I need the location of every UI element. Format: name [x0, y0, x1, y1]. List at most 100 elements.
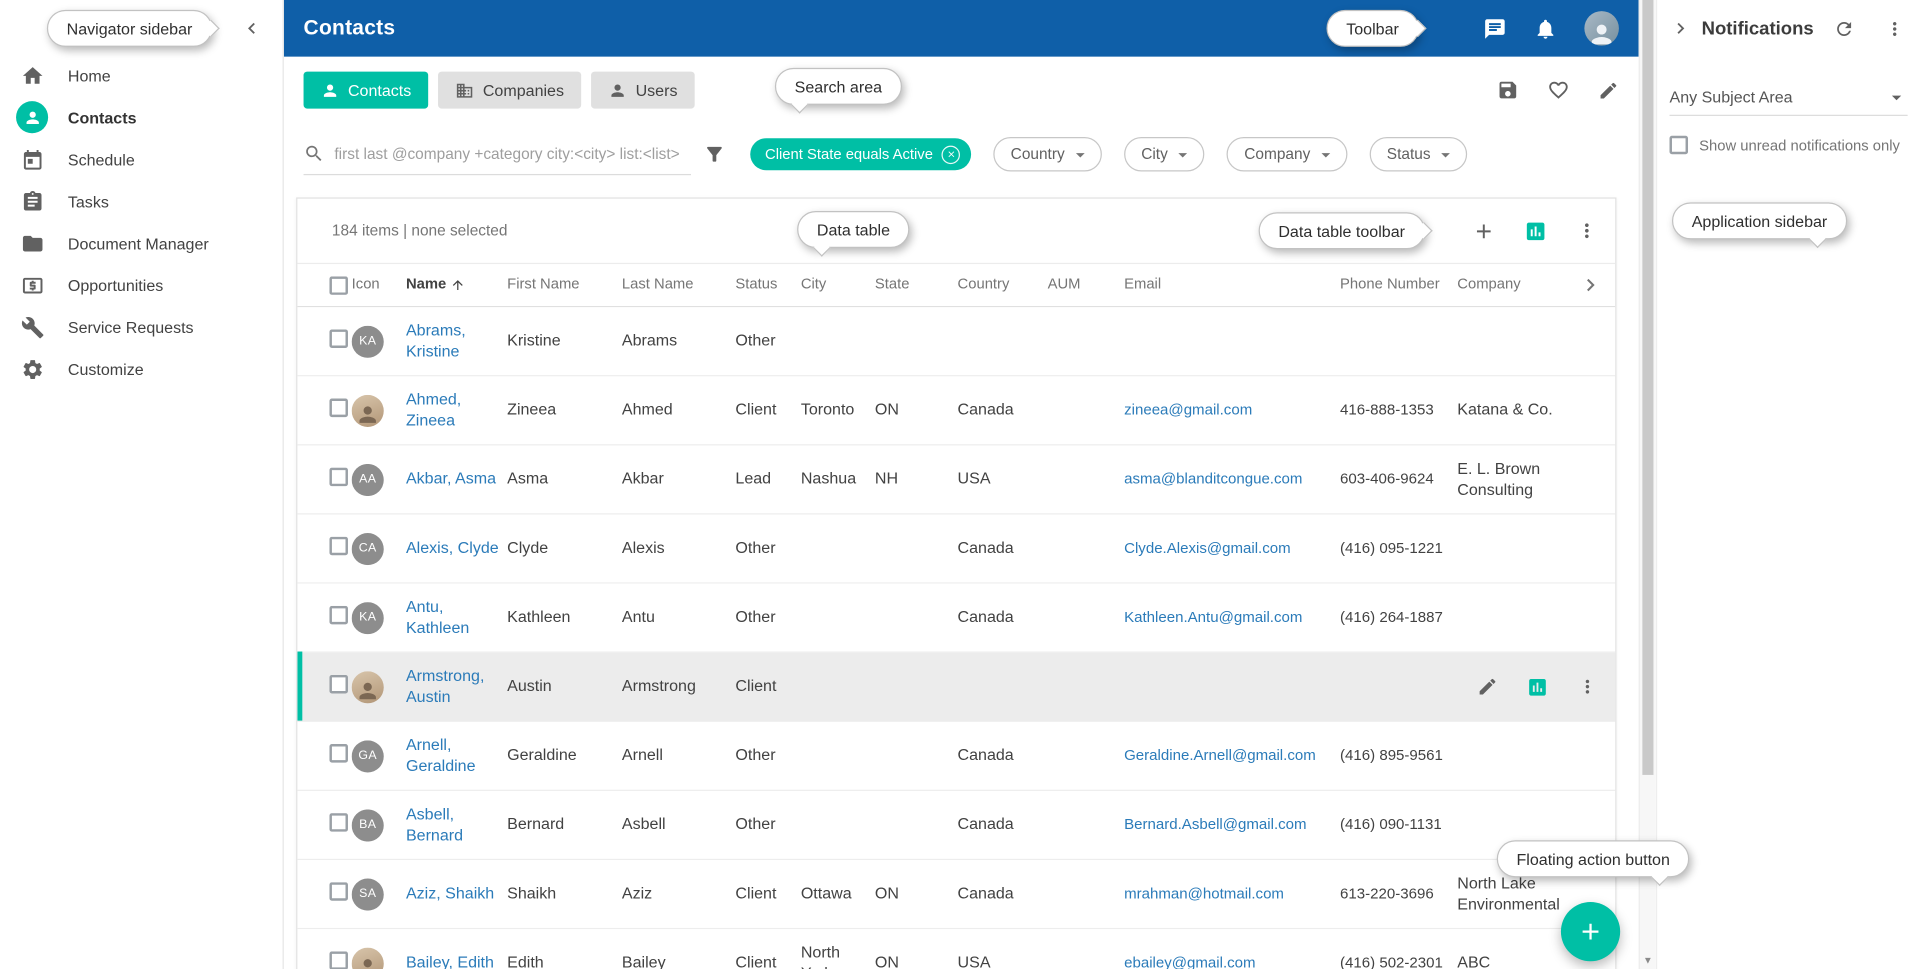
email-link[interactable]: Clyde.Alexis@gmail.com — [1124, 539, 1291, 556]
row-checkbox[interactable] — [297, 467, 351, 492]
sidebar-item-contacts[interactable]: Contacts — [0, 96, 283, 138]
email-link[interactable]: mrahman@hotmail.com — [1124, 884, 1284, 901]
notifications-menu-button[interactable] — [1884, 18, 1905, 39]
contact-name-link[interactable]: Akbar, Asma — [406, 469, 496, 488]
unread-only-filter[interactable]: Show unread notifications only — [1670, 136, 1908, 155]
sidebar-item-schedule[interactable]: Schedule — [0, 138, 283, 180]
contact-name-link[interactable]: Aziz, Shaikh — [406, 884, 494, 903]
select-all-checkbox[interactable] — [297, 276, 351, 295]
table-row[interactable]: Bailey, EdithEdithBaileyClientNorth York… — [297, 929, 1615, 969]
icon-cell: BA — [352, 809, 406, 841]
search-input[interactable] — [334, 145, 691, 162]
checkbox-icon — [329, 536, 348, 555]
chart-view-button[interactable] — [1524, 219, 1547, 242]
add-contact-fab[interactable] — [1561, 902, 1620, 961]
row-checkbox[interactable] — [297, 882, 351, 907]
row-checkbox[interactable] — [297, 813, 351, 838]
subject-area-select[interactable]: Any Subject Area — [1670, 79, 1908, 116]
sidebar-item-tasks[interactable]: Tasks — [0, 180, 283, 222]
table-row[interactable]: KAAntu, KathleenKathleenAntuOtherCanadaK… — [297, 584, 1615, 653]
sidebar-item-service-requests[interactable]: Service Requests — [0, 306, 283, 348]
filter-dropdown-city[interactable]: City — [1124, 137, 1205, 172]
email-link[interactable]: asma@blanditcongue.com — [1124, 470, 1302, 487]
email-link[interactable]: zineea@gmail.com — [1124, 400, 1252, 417]
table-row[interactable]: Ahmed, ZineeaZineeaAhmedClientTorontoONC… — [297, 376, 1615, 445]
column-header-country[interactable]: Country — [958, 275, 1048, 294]
contact-name-link[interactable]: Alexis, Clyde — [406, 538, 499, 557]
contact-name-link[interactable]: Antu, Kathleen — [406, 597, 469, 636]
edit-row-button[interactable] — [1477, 676, 1498, 697]
table-row[interactable]: CAAlexis, ClydeClydeAlexisOtherCanadaCly… — [297, 515, 1615, 584]
column-header-state[interactable]: State — [875, 275, 958, 294]
row-checkbox[interactable] — [297, 951, 351, 969]
sidebar-item-document-manager[interactable]: Document Manager — [0, 222, 283, 264]
filter-button[interactable] — [703, 143, 725, 165]
edit-button[interactable] — [1598, 80, 1619, 101]
row-checkbox[interactable] — [297, 605, 351, 630]
row-checkbox[interactable] — [297, 329, 351, 354]
column-header-icon[interactable]: Icon — [352, 275, 406, 294]
column-header-aum[interactable]: AUM — [1048, 275, 1125, 294]
table-row[interactable]: KAAbrams, KristineKristineAbramsOther — [297, 307, 1615, 376]
email-link[interactable]: ebailey@gmail.com — [1124, 953, 1255, 969]
city-cell: North York — [801, 942, 875, 969]
row-checkbox[interactable] — [297, 398, 351, 423]
filter-dropdown-company[interactable]: Company — [1227, 137, 1347, 172]
save-button[interactable] — [1497, 79, 1519, 101]
scrollbar-thumb[interactable] — [1642, 0, 1653, 775]
sidebar-item-home[interactable]: Home — [0, 54, 283, 96]
filter-dropdown-country[interactable]: Country — [993, 137, 1101, 172]
column-header-name[interactable]: Name — [406, 275, 507, 294]
table-menu-button[interactable] — [1576, 220, 1598, 242]
sidebar-item-customize[interactable]: Customize — [0, 348, 283, 390]
column-header-first-name[interactable]: First Name — [507, 275, 622, 294]
column-header-company[interactable]: Company — [1457, 275, 1578, 294]
email-link[interactable]: Geraldine.Arnell@gmail.com — [1124, 746, 1316, 763]
notifications-bell-button[interactable] — [1534, 17, 1557, 40]
scroll-down-arrow[interactable]: ▼ — [1640, 956, 1656, 966]
table-row[interactable]: BAAsbell, BernardBernardAsbellOtherCanad… — [297, 791, 1615, 860]
collapse-panel-button[interactable] — [1670, 17, 1692, 39]
table-row[interactable]: Armstrong, AustinAustinArmstrongClient — [297, 653, 1615, 722]
row-checkbox[interactable] — [297, 536, 351, 561]
column-header-phone-number[interactable]: Phone Number — [1340, 275, 1457, 294]
table-row[interactable]: GAArnell, GeraldineGeraldineArnellOtherC… — [297, 722, 1615, 791]
add-item-button[interactable] — [1472, 219, 1495, 242]
row-more-button[interactable] — [1577, 676, 1598, 697]
column-header-city[interactable]: City — [801, 275, 875, 294]
email-link[interactable]: Bernard.Asbell@gmail.com — [1124, 815, 1306, 832]
tab-companies[interactable]: Companies — [438, 72, 581, 109]
tab-contacts[interactable]: Contacts — [304, 72, 429, 109]
tab-users[interactable]: Users — [591, 72, 695, 109]
row-checkbox[interactable] — [297, 744, 351, 769]
email-link[interactable]: Kathleen.Antu@gmail.com — [1124, 608, 1302, 625]
active-filter-chip[interactable]: Client State equals Active — [750, 138, 971, 170]
column-header-last-name[interactable]: Last Name — [622, 275, 736, 294]
favorite-button[interactable] — [1547, 79, 1569, 101]
contact-name-link[interactable]: Abrams, Kristine — [406, 320, 466, 359]
column-header-status[interactable]: Status — [735, 275, 800, 294]
table-row[interactable]: AAAkbar, AsmaAsmaAkbarLeadNashuaNHUSAasm… — [297, 445, 1615, 514]
contact-name-link[interactable]: Arnell, Geraldine — [406, 735, 476, 774]
search-input-wrapper[interactable] — [304, 133, 691, 175]
contact-name-link[interactable]: Armstrong, Austin — [406, 666, 484, 705]
chip-close-button[interactable] — [942, 145, 961, 164]
chat-button[interactable] — [1483, 17, 1506, 40]
column-header-email[interactable]: Email — [1124, 275, 1340, 294]
checkbox-icon[interactable] — [1670, 136, 1689, 155]
contact-name-link[interactable]: Asbell, Bernard — [406, 804, 463, 843]
user-avatar[interactable] — [1584, 11, 1619, 46]
expand-columns-button[interactable] — [1578, 273, 1615, 298]
person-icon — [321, 81, 340, 100]
contact-name-link[interactable]: Bailey, Edith — [406, 953, 494, 969]
row-chart-button[interactable] — [1526, 676, 1548, 698]
table-row[interactable]: SAAziz, ShaikhShaikhAzizClientOttawaONCa… — [297, 860, 1615, 929]
refresh-button[interactable] — [1834, 18, 1855, 39]
contact-name-link[interactable]: Ahmed, Zineea — [406, 389, 461, 428]
sidebar-item-opportunities[interactable]: Opportunities — [0, 264, 283, 306]
opportunities-icon — [16, 269, 48, 301]
row-checkbox[interactable] — [297, 674, 351, 699]
main-scrollbar[interactable]: ▼ — [1639, 0, 1656, 969]
collapse-sidebar-button[interactable] — [241, 17, 263, 39]
filter-dropdown-status[interactable]: Status — [1370, 137, 1468, 172]
